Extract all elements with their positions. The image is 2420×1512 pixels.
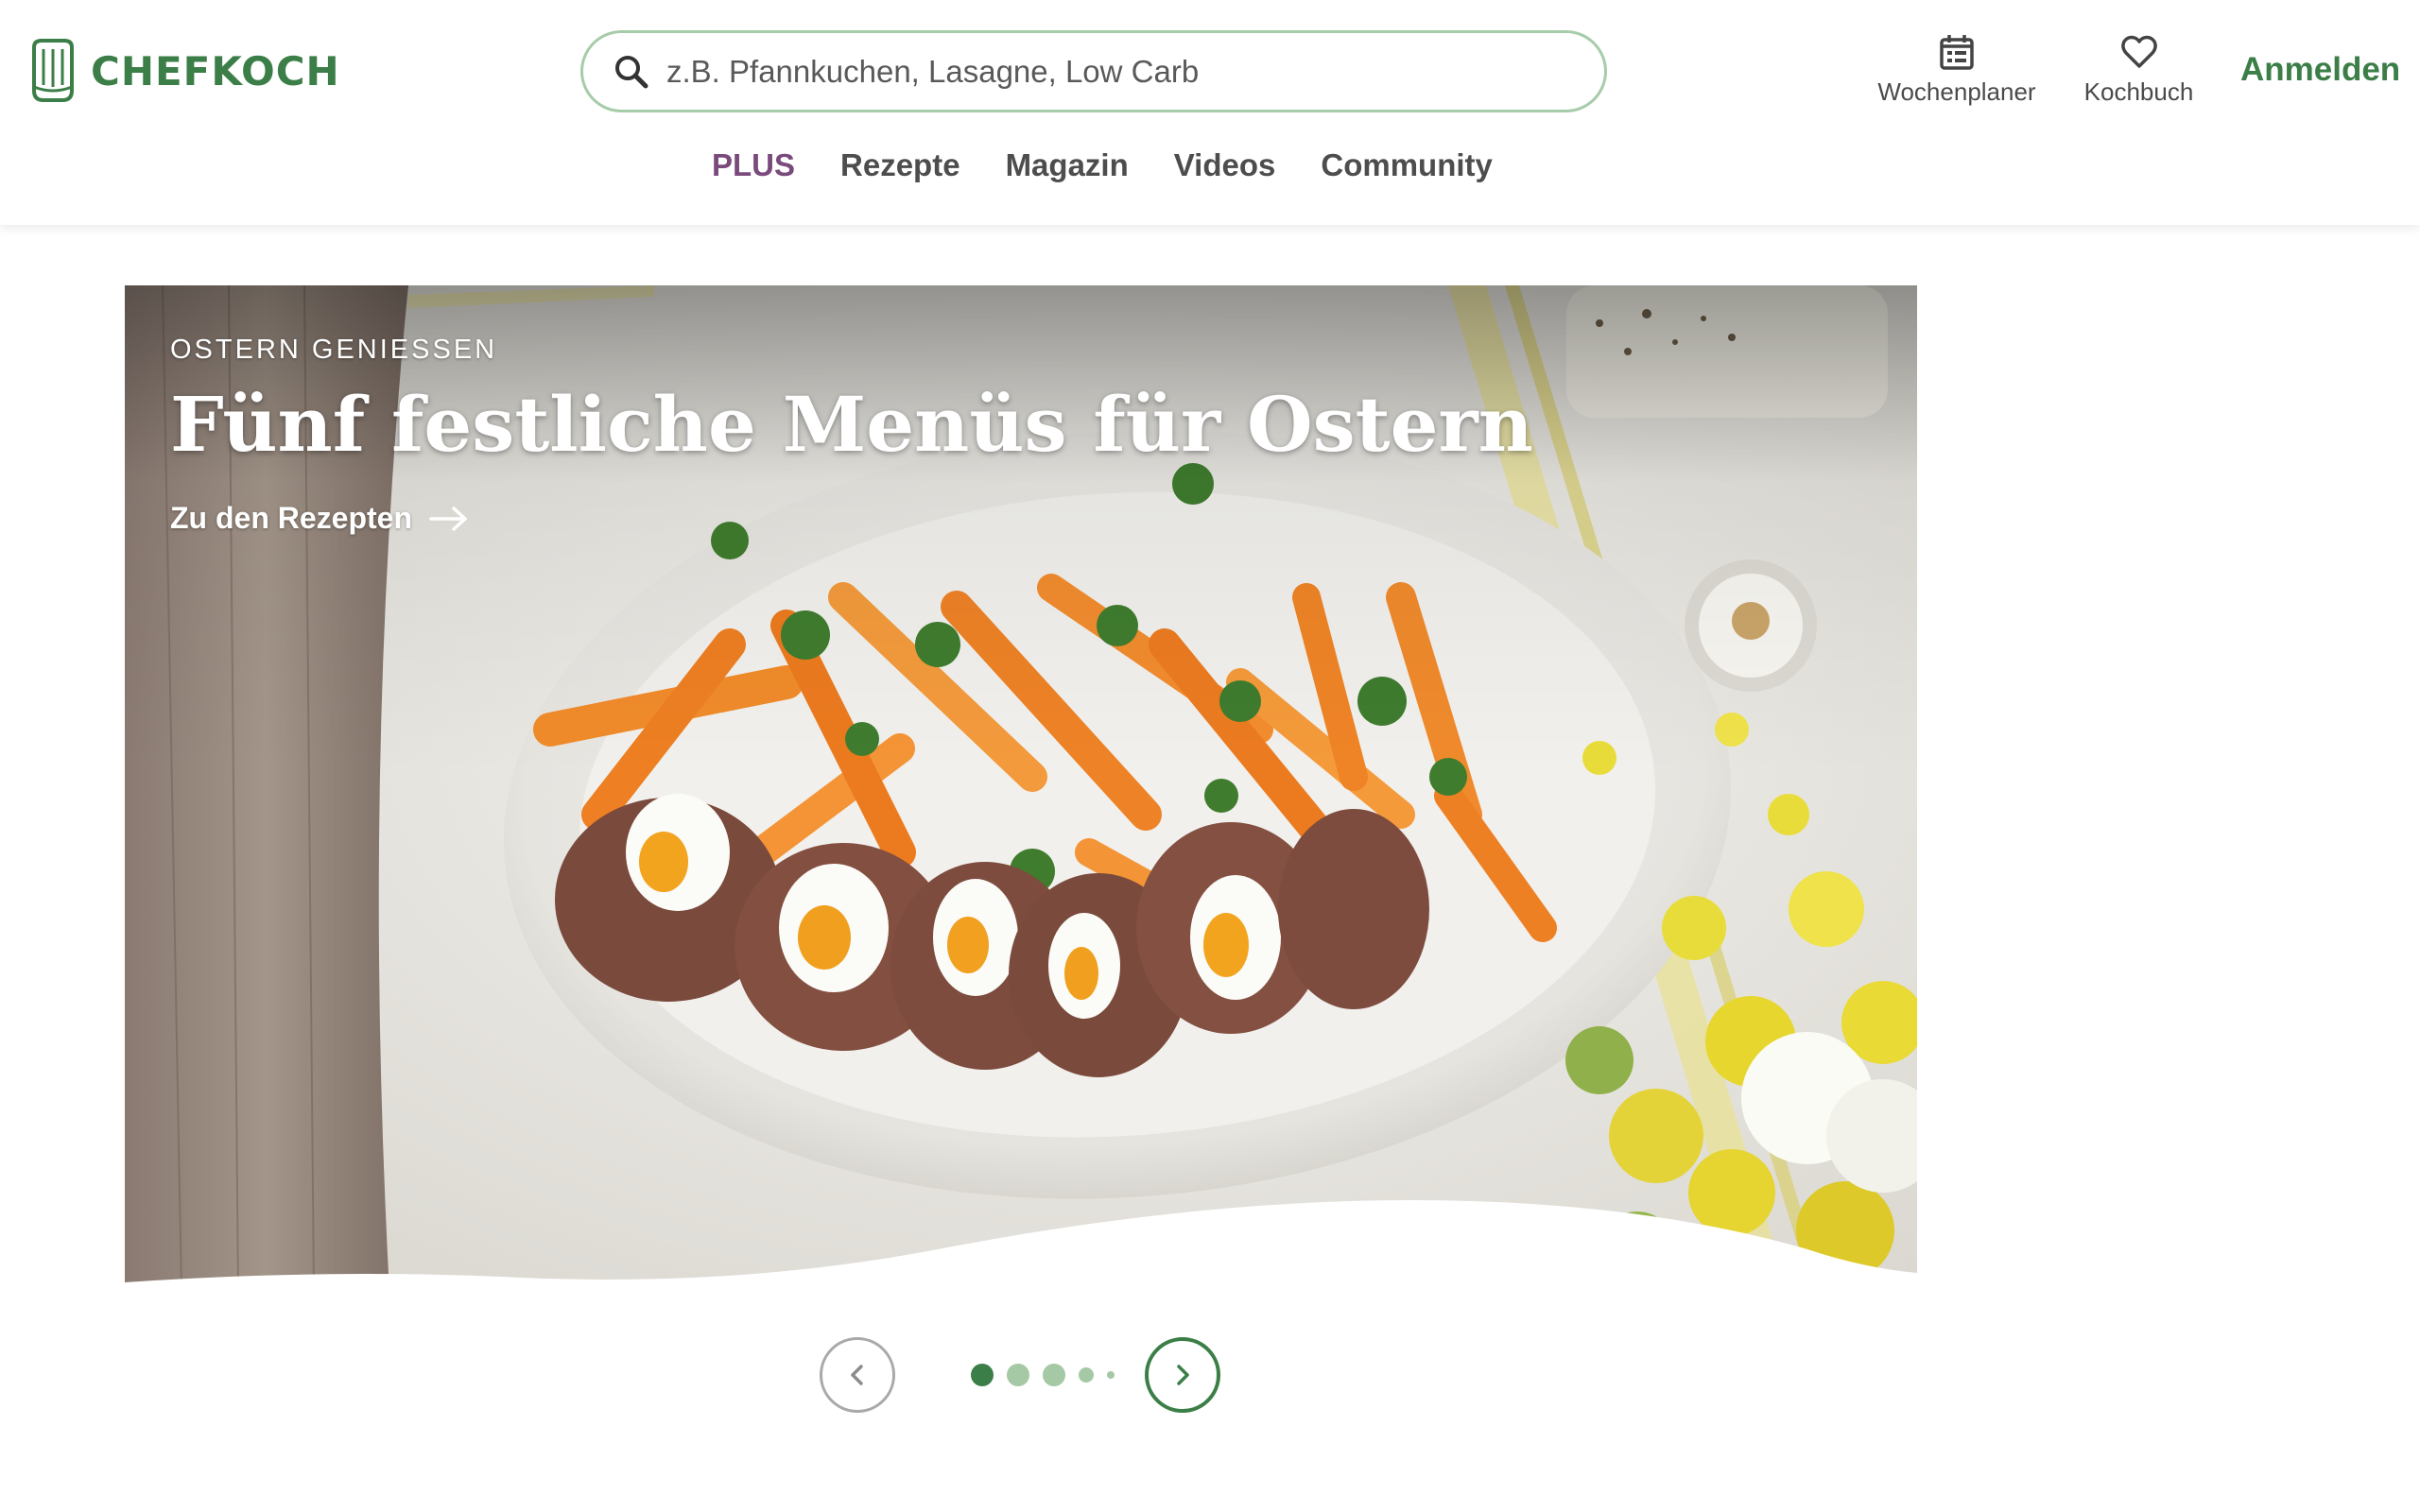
- chevron-right-icon: [1177, 1365, 1189, 1385]
- meal-planner-label: Wochenplaner: [1877, 77, 2036, 106]
- carousel-prev-button[interactable]: [820, 1337, 895, 1413]
- cookbook-link[interactable]: Kochbuch: [2080, 32, 2198, 107]
- hero-overline: OSTERN GENIESSEN: [170, 335, 498, 365]
- nav-item-community[interactable]: Community: [1321, 147, 1493, 183]
- chefkoch-logo[interactable]: CHEFKOCH: [28, 38, 340, 104]
- cookbook-label: Kochbuch: [2083, 77, 2194, 106]
- heart-icon: [2120, 35, 2157, 68]
- login-link[interactable]: Anmelden: [2240, 51, 2400, 89]
- nav-item-recipes[interactable]: Rezepte: [840, 147, 960, 183]
- carousel-next-button[interactable]: [1145, 1337, 1220, 1413]
- hero-cta-label: Zu den Rezepten: [170, 501, 413, 535]
- brand-name: CHEFKOCH: [91, 47, 340, 94]
- carousel-dot-2[interactable]: [1007, 1364, 1029, 1386]
- nav-item-magazine[interactable]: Magazin: [1006, 147, 1129, 183]
- nav-item-videos[interactable]: Videos: [1174, 147, 1276, 183]
- site-header: CHEFKOCH Wochenplaner Kochbuch Anmelden …: [0, 0, 2420, 225]
- carousel-dot-4[interactable]: [1079, 1367, 1094, 1383]
- nav-item-plus[interactable]: PLUS: [712, 147, 795, 183]
- hero-cta-link[interactable]: Zu den Rezepten: [170, 501, 469, 536]
- carousel-dot-3[interactable]: [1043, 1364, 1065, 1386]
- carousel-pagination: [971, 1362, 1115, 1388]
- carousel-dot-1[interactable]: [971, 1364, 994, 1386]
- chef-hat-icon: [32, 39, 74, 102]
- hero-banner[interactable]: OSTERN GENIESSEN Fünf festliche Menüs fü…: [125, 285, 1917, 1293]
- arrow-right-icon: [429, 506, 467, 531]
- carousel-dot-5[interactable]: [1107, 1371, 1115, 1379]
- search-icon[interactable]: [612, 52, 651, 92]
- meal-planner-link[interactable]: Wochenplaner: [1876, 32, 2037, 107]
- chevron-left-icon: [851, 1365, 863, 1385]
- main-navigation: PLUS Rezepte Magazin Videos Community: [0, 147, 2420, 183]
- search-box[interactable]: [580, 30, 1607, 112]
- search-input[interactable]: [665, 52, 1572, 91]
- hero-title[interactable]: Fünf festliche Menüs für Ostern: [170, 380, 1533, 469]
- calendar-icon: [1940, 35, 1974, 70]
